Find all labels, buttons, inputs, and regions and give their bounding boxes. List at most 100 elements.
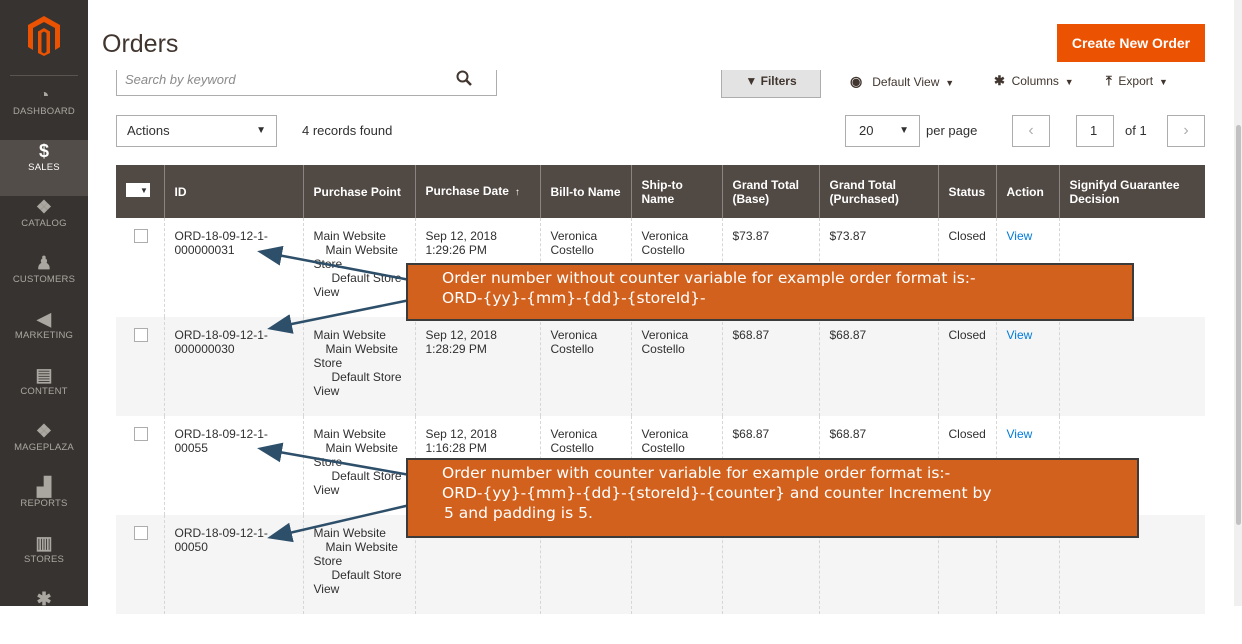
chevron-down-icon: ▼	[140, 186, 148, 195]
sidebar-item-marketing[interactable]: ◀ MARKETING	[0, 308, 88, 364]
records-found: 4 records found	[302, 123, 393, 138]
gear-icon: ✱	[994, 73, 1005, 88]
row-checkbox[interactable]	[134, 526, 148, 540]
view-order-link[interactable]: View	[1007, 427, 1033, 441]
sort-arrow-icon: ↑	[514, 186, 520, 198]
row-checkbox[interactable]	[134, 229, 148, 243]
callout-text: Order number with counter variable for e…	[442, 464, 951, 482]
actions-label: Actions	[127, 123, 170, 138]
per-page-value: 20	[859, 123, 874, 138]
export-icon: ⤒	[1106, 73, 1112, 88]
column-header-signifyd[interactable]: Signifyd Guarantee Decision	[1058, 165, 1205, 218]
magento-logo-icon[interactable]	[24, 14, 64, 58]
chevron-down-icon: ▼	[1062, 77, 1074, 87]
sidebar-item-label: MAGEPLAZA	[14, 442, 74, 453]
next-page-button[interactable]: ›	[1167, 115, 1205, 147]
search-input[interactable]: Search by keyword	[116, 70, 497, 96]
cube-icon: ❖	[35, 197, 53, 217]
row-checkbox-cell	[116, 515, 164, 614]
chevron-down-icon: ▼	[942, 78, 955, 88]
eye-icon: ◉	[850, 73, 863, 89]
sidebar-item-label: CUSTOMERS	[12, 274, 76, 285]
sidebar-item-dashboard[interactable]: ◔ DASHBOARD	[0, 84, 88, 140]
sidebar-item-label: SALES	[28, 162, 60, 173]
purchase-point-cell: Main Website Main Website Store Default Sto…	[302, 416, 415, 515]
cube-icon: ❖	[35, 421, 53, 441]
export-dropdown[interactable]: ⤒ Export ▼	[1106, 70, 1168, 98]
gauge-icon: ◔	[38, 85, 50, 105]
ship-to-name-cell: Veronica Costello	[630, 317, 722, 416]
sidebar-item-customers[interactable]: ♟ CUSTOMERS	[0, 252, 88, 308]
export-label: Export	[1118, 74, 1154, 88]
bill-to-name-cell: Veronica Costello	[539, 317, 631, 416]
column-header-bill-to-name[interactable]: Bill-to Name	[539, 165, 631, 218]
annotation-callout-with-counter: Order number with counter variable for e…	[406, 458, 1139, 538]
column-header-action: Action	[995, 165, 1059, 218]
chevron-down-icon: ▼	[1156, 77, 1168, 87]
signifyd-cell	[1058, 317, 1205, 416]
sidebar-separator	[10, 75, 78, 76]
columns-label: Columns	[1011, 74, 1059, 88]
select-all-header[interactable]: ▼	[116, 165, 164, 218]
callout-text: 5 and padding is 5.	[444, 504, 593, 522]
mass-actions-select[interactable]: Actions ▼	[116, 115, 277, 147]
grand-total-base-cell: $68.87	[721, 317, 819, 416]
sidebar-item-label: CATALOG	[21, 218, 67, 229]
filter-icon: ▼	[745, 74, 758, 88]
column-header-purchase-point[interactable]: Purchase Point	[302, 165, 415, 218]
sidebar-item-content[interactable]: ▤ CONTENT	[0, 364, 88, 420]
search-icon[interactable]	[456, 70, 472, 91]
order-id-cell: ORD-18-09-12-1-000000031	[163, 218, 303, 317]
gear-icon: ✱	[36, 589, 52, 609]
scrollbar-thumb[interactable]	[1236, 125, 1241, 525]
dollar-icon: $	[38, 141, 49, 161]
purchase-point-cell: Main Website Main Website Store Default Sto…	[302, 515, 415, 614]
order-id-cell: ORD-18-09-12-1-00055	[163, 416, 303, 515]
sidebar-item-mageplaza[interactable]: ❖ MAGEPLAZA	[0, 420, 88, 476]
callout-text: ORD-{yy}-{mm}-{dd}-{storeId}-	[442, 289, 706, 307]
view-order-link[interactable]: View	[1007, 328, 1033, 342]
column-header-status[interactable]: Status	[937, 165, 996, 218]
grand-total-purchased-cell: $68.87	[818, 317, 938, 416]
purchase-point-cell: Main Website Main Website Store Default Sto…	[302, 218, 415, 317]
column-header-purchase-date[interactable]: Purchase Date ↑	[414, 165, 540, 218]
bar-chart-icon: ▟	[37, 477, 51, 497]
column-header-id[interactable]: ID	[163, 165, 303, 218]
per-page-label: per page	[926, 123, 978, 138]
columns-dropdown[interactable]: ✱ Columns ▼	[994, 70, 1074, 98]
callout-text: Order number without counter variable fo…	[442, 269, 976, 287]
sidebar-item-reports[interactable]: ▟ REPORTS	[0, 476, 88, 532]
layout-icon: ▤	[35, 365, 53, 385]
sidebar-item-sales[interactable]: $ SALES	[0, 140, 88, 196]
column-header-ship-to-name[interactable]: Ship-to Name	[630, 165, 722, 218]
row-checkbox-cell	[116, 218, 164, 317]
purchase-date-cell: Sep 12, 2018 1:28:29 PM	[414, 317, 540, 416]
per-page-select[interactable]: 20 ▼	[845, 115, 920, 147]
filters-button[interactable]: ▼ Filters	[721, 70, 821, 98]
chevron-down-icon: ▼	[899, 125, 909, 136]
view-order-link[interactable]: View	[1007, 229, 1033, 243]
create-new-order-button[interactable]: Create New Order	[1057, 24, 1205, 62]
column-header-grand-total-purchased[interactable]: Grand Total (Purchased)	[818, 165, 938, 218]
default-view-dropdown[interactable]: ◉ Default View ▼	[850, 70, 954, 98]
callout-text: ORD-{yy}-{mm}-{dd}-{storeId}-{counter} a…	[442, 484, 992, 502]
page-title: Orders	[102, 30, 179, 58]
person-icon: ♟	[35, 253, 53, 273]
sidebar-item-label: CONTENT	[20, 386, 68, 397]
row-checkbox-cell	[116, 317, 164, 416]
sidebar-item-stores[interactable]: ▥ STORES	[0, 532, 88, 588]
order-id-cell: ORD-18-09-12-1-000000030	[163, 317, 303, 416]
row-checkbox[interactable]	[134, 427, 148, 441]
column-header-grand-total-base[interactable]: Grand Total (Base)	[721, 165, 819, 218]
page-count: of 1	[1125, 123, 1147, 138]
sidebar-item-settings[interactable]: ✱	[0, 588, 88, 644]
sidebar-item-catalog[interactable]: ❖ CATALOG	[0, 196, 88, 252]
prev-page-button[interactable]: ‹	[1012, 115, 1050, 147]
table-row[interactable]: ORD-18-09-12-1-000000030 Main Website Main…	[116, 317, 1205, 416]
page-number-input[interactable]: 1	[1076, 115, 1114, 147]
row-checkbox[interactable]	[134, 328, 148, 342]
purchase-point-cell: Main Website Main Website Store Default Sto…	[302, 317, 415, 416]
order-id-cell: ORD-18-09-12-1-00050	[163, 515, 303, 614]
select-all-checkbox[interactable]: ▼	[126, 183, 150, 197]
row-checkbox-cell	[116, 416, 164, 515]
